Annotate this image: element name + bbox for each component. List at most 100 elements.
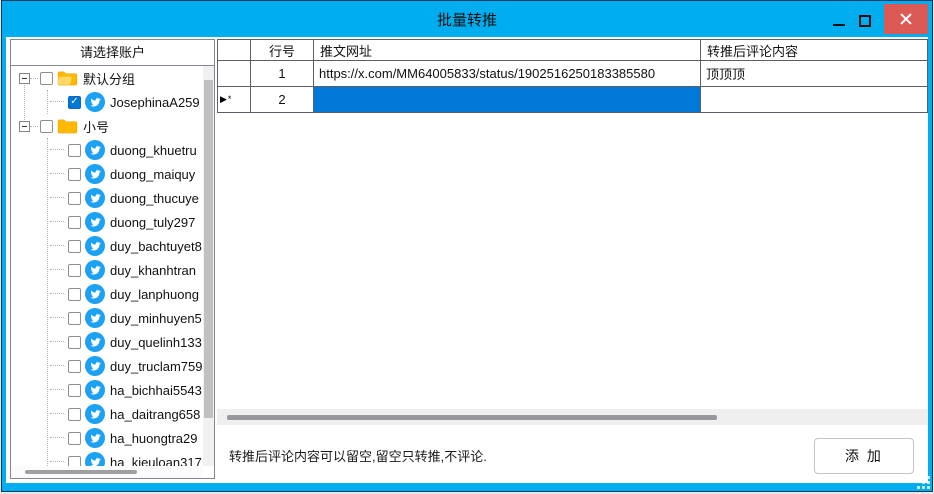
twitter-icon [85, 188, 105, 208]
twitter-icon [85, 380, 105, 400]
account-label[interactable]: ha_daitrang658 [110, 407, 200, 422]
tweet-url-cell[interactable]: https://x.com/MM64005833/status/19025162… [314, 61, 701, 87]
account-checkbox[interactable] [68, 312, 81, 325]
account-label[interactable]: duy_quelinh133 [110, 335, 202, 350]
account-row[interactable]: duong_khuetru [48, 138, 214, 162]
tree-group-children: JosephinaA259 [47, 90, 214, 114]
close-button[interactable] [884, 4, 928, 34]
account-label[interactable]: duy_minhuyen5 [110, 311, 202, 326]
account-row[interactable]: ha_huongtra29 [48, 426, 214, 450]
client-area: 请选择账户 默认分组 JosephinaA259小号duong_khuetrudu… [6, 37, 928, 483]
account-checkbox[interactable] [68, 144, 81, 157]
twitter-icon [85, 404, 105, 424]
row-header-cell[interactable] [218, 61, 251, 87]
account-checkbox[interactable] [68, 264, 81, 277]
account-row[interactable]: duy_bachtuyet8 [48, 234, 214, 258]
twitter-icon [85, 356, 105, 376]
maximize-button[interactable] [852, 4, 878, 34]
tree-vertical-scrollbar-thumb[interactable] [204, 80, 213, 418]
account-row[interactable]: duy_khanhtran [48, 258, 214, 282]
account-row[interactable]: duong_maiquy [48, 162, 214, 186]
tweet-url-column-header[interactable]: 推文网址 [314, 40, 701, 61]
row-header-column-header[interactable] [218, 40, 251, 61]
account-row[interactable]: JosephinaA259 [48, 90, 214, 114]
account-checkbox[interactable] [68, 288, 81, 301]
tree-horizontal-scrollbar[interactable] [11, 466, 203, 478]
account-label[interactable]: ha_huongtra29 [110, 431, 197, 446]
resize-grip[interactable] [917, 476, 931, 490]
add-button[interactable]: 添 加 [814, 438, 914, 474]
tree-vertical-scrollbar[interactable] [203, 66, 214, 466]
tree-horizontal-scrollbar-thumb[interactable] [25, 470, 137, 474]
account-checkbox[interactable] [68, 384, 81, 397]
hint-text: 转推后评论内容可以留空,留空只转推,不评论. [229, 446, 487, 465]
account-label[interactable]: duong_maiquy [110, 167, 195, 182]
account-panel: 请选择账户 默认分组 JosephinaA259小号duong_khuetrudu… [10, 39, 215, 479]
account-label[interactable]: duong_khuetru [110, 143, 197, 158]
account-row[interactable]: ha_daitrang658 [48, 402, 214, 426]
account-label[interactable]: duy_lanphuong [110, 287, 199, 302]
twitter-icon [85, 140, 105, 160]
account-label[interactable]: duy_bachtuyet8 [110, 239, 202, 254]
account-checkbox[interactable] [68, 432, 81, 445]
tree-dotted-stub [30, 126, 38, 127]
row-header-cell[interactable]: ▶* [218, 87, 251, 113]
account-label[interactable]: ha_bichhai5543 [110, 383, 202, 398]
titlebar[interactable]: 批量转推 [2, 1, 932, 37]
tree-group-row[interactable]: 默认分组 [11, 66, 214, 90]
account-row[interactable]: duy_truclam759 [48, 354, 214, 378]
line-number-cell[interactable]: 1 [251, 61, 314, 87]
folder-icon [57, 70, 78, 86]
account-checkbox[interactable] [68, 408, 81, 421]
account-checkbox[interactable] [68, 336, 81, 349]
account-checkbox[interactable] [68, 96, 81, 109]
group-checkbox[interactable] [40, 120, 53, 133]
account-row[interactable]: duong_thucuye [48, 186, 214, 210]
tweet-url-cell[interactable] [314, 87, 701, 113]
account-panel-header: 请选择账户 [11, 40, 214, 66]
account-label[interactable]: duong_thucuye [110, 191, 199, 206]
account-checkbox[interactable] [68, 192, 81, 205]
line-number-column-header[interactable]: 行号 [251, 40, 314, 61]
window-title: 批量转推 [437, 9, 497, 30]
group-label[interactable]: 默认分组 [83, 69, 135, 88]
account-checkbox[interactable] [68, 240, 81, 253]
account-row[interactable]: duy_minhuyen5 [48, 306, 214, 330]
tree-group-row[interactable]: 小号 [11, 114, 214, 138]
twitter-icon [85, 260, 105, 280]
account-row[interactable]: duy_quelinh133 [48, 330, 214, 354]
minimize-button[interactable] [826, 4, 852, 34]
comment-cell[interactable]: 顶顶顶 [701, 61, 928, 87]
table-row: 1https://x.com/MM64005833/status/1902516… [218, 61, 928, 87]
account-checkbox[interactable] [68, 360, 81, 373]
tree-items: 默认分组 JosephinaA259小号duong_khuetru duong_ma… [11, 66, 214, 474]
tree-dotted-stub [30, 78, 38, 79]
account-row[interactable]: ha_bichhai5543 [48, 378, 214, 402]
table-horizontal-scrollbar[interactable] [217, 409, 928, 425]
twitter-icon [85, 308, 105, 328]
table-body: 1https://x.com/MM64005833/status/1902516… [218, 61, 928, 113]
account-row[interactable]: duong_tuly297 [48, 210, 214, 234]
account-label[interactable]: duy_khanhtran [110, 263, 196, 278]
twitter-icon [85, 284, 105, 304]
comment-column-header[interactable]: 转推后评论内容 [701, 40, 928, 61]
line-number-cell[interactable]: 2 [251, 87, 314, 113]
table-row: ▶* 2 [218, 87, 928, 113]
maximize-icon [859, 15, 871, 27]
table-horizontal-scrollbar-thumb[interactable] [227, 415, 717, 420]
account-checkbox[interactable] [68, 216, 81, 229]
expand-toggle-icon[interactable] [19, 73, 30, 84]
comment-cell[interactable] [701, 87, 928, 113]
window-controls [826, 1, 928, 37]
account-label[interactable]: duy_truclam759 [110, 359, 203, 374]
account-label[interactable]: duong_tuly297 [110, 215, 195, 230]
account-checkbox[interactable] [68, 168, 81, 181]
twitter-icon [85, 212, 105, 232]
account-row[interactable]: duy_lanphuong [48, 282, 214, 306]
expand-toggle-icon[interactable] [19, 121, 30, 132]
account-label[interactable]: JosephinaA259 [110, 95, 200, 110]
twitter-icon [85, 92, 105, 112]
new-row-indicator-icon: ▶* [220, 94, 232, 105]
group-checkbox[interactable] [40, 72, 53, 85]
group-label[interactable]: 小号 [83, 117, 109, 136]
